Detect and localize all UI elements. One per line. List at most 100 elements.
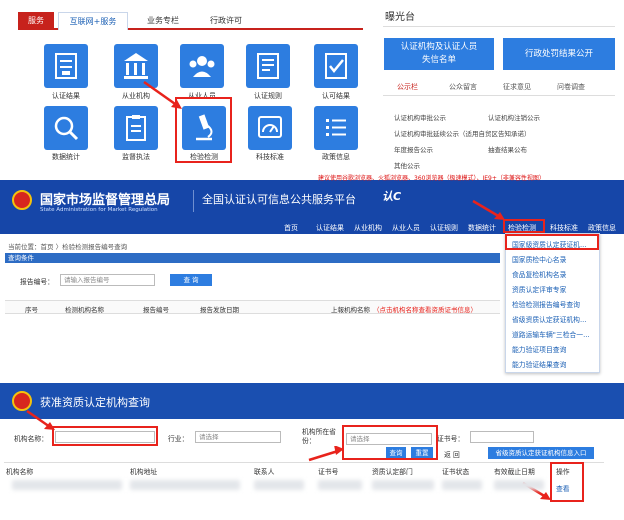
platform-title: 全国认证认可信息公共服务平台 (202, 193, 356, 206)
col-expiry: 有效截止日期 (494, 468, 535, 476)
menu-item[interactable]: 国家质检中心名录 (512, 254, 566, 264)
report-label: 报告编号： (20, 278, 54, 286)
table-row (442, 480, 482, 490)
nav-cert-result[interactable]: 认证结果 (316, 223, 344, 233)
icon-label-stats: 数据统计 (52, 153, 80, 161)
menu-item[interactable]: 能力验证结果查询 (512, 359, 566, 369)
nav-standard[interactable]: 科技标准 (550, 223, 578, 233)
browser-warning: 建议使用谷歌浏览器、火狐浏览器、360浏览器（极速模式）、IE9+（非兼容性视图… (318, 175, 545, 182)
col-index: 序号 (25, 306, 38, 314)
highlight-inspection (175, 97, 232, 163)
inspection-dropdown: 国家級资质认定获证机... 国家质检中心名录 食品复检机构名录 资质认定评审专家… (505, 233, 600, 373)
tab-business[interactable]: 业务专栏 (133, 12, 193, 30)
nav-org[interactable]: 从业机构 (354, 223, 382, 233)
report-number-input[interactable]: 请输入报告编号 (60, 274, 155, 286)
icon-label-standard: 科技标准 (256, 153, 284, 161)
approved-icon[interactable] (314, 44, 358, 88)
rules-doc-icon[interactable] (246, 44, 290, 88)
col-status: 证书状态 (442, 468, 470, 476)
region-label: 机构所在省份： (302, 428, 336, 445)
notice-item[interactable]: 年度报告公示 (394, 144, 433, 154)
provincial-entry-button[interactable]: 省级资质认定获证机构信息入口 (488, 447, 594, 459)
menu-item[interactable]: 检验检测报告编号查询 (512, 299, 580, 309)
national-emblem-icon (12, 190, 32, 210)
nav-home[interactable]: 首页 (284, 223, 298, 233)
table-row (494, 480, 544, 490)
tab-survey[interactable]: 问卷调查 (557, 82, 585, 92)
icon-label-policy: 政策信息 (322, 153, 350, 161)
query-bar: 查询条件 (5, 253, 500, 263)
back-link[interactable]: 返 回 (444, 449, 460, 459)
qualified-org-header: 获准资质认定机构查询 (0, 383, 624, 419)
penalty-button[interactable]: 行政处罚结果公开 (503, 38, 615, 70)
nav-policy[interactable]: 政策信息 (588, 223, 616, 233)
clipboard-icon[interactable] (114, 106, 158, 150)
nav-staff[interactable]: 从业人员 (392, 223, 420, 233)
highlight-menu-national-lab (505, 234, 599, 250)
tab-opinion[interactable]: 征求意见 (503, 82, 531, 92)
table-row (372, 480, 434, 490)
nav-stats[interactable]: 数据统计 (468, 223, 496, 233)
tab-license[interactable]: 行政许可 (196, 12, 256, 30)
tab-service[interactable]: 服务 (18, 12, 54, 30)
menu-item[interactable]: 省级资质认定获证机构... (512, 314, 586, 324)
notice-item[interactable]: 抽查结果公布 (488, 144, 527, 154)
table-row (318, 480, 362, 490)
notice-item[interactable]: 认证机构审批公示 (394, 112, 446, 122)
col-address: 机构地址 (130, 468, 158, 476)
col-dept: 资质认定部门 (372, 468, 413, 476)
gauge-icon[interactable] (248, 106, 292, 150)
service-panel: 服务 互联网+服务 业务专栏 行政许可 认证结果 从业机构 从业人员 认证规则 … (0, 0, 624, 180)
building-icon[interactable] (114, 44, 158, 88)
industry-label: 行业： (168, 435, 189, 443)
highlight-region-query (342, 425, 438, 460)
exposure-title: 曝光台 (385, 12, 415, 23)
tab-notice[interactable]: 公示栏 (397, 82, 418, 92)
highlight-nav-inspection (503, 219, 545, 233)
icon-label-cert: 认证结果 (52, 92, 80, 100)
col-note: （点击机构名称查看资质证书信息） (373, 306, 477, 314)
menu-item[interactable]: 道路运输车辆"三检合一... (512, 329, 590, 339)
table-row (130, 480, 240, 490)
org-name-label: 机构名称： (14, 435, 48, 443)
blacklist-button[interactable]: 认证机构及认证人员 失信名单 (384, 38, 494, 70)
menu-item[interactable]: 能力验证项目查询 (512, 344, 566, 354)
platform-logo-icon: 认C (382, 190, 402, 203)
icon-label-supervise: 监督执法 (122, 153, 150, 161)
table-row (254, 480, 304, 490)
col-report-no: 报告编号 (143, 306, 169, 314)
cert-input[interactable] (470, 431, 534, 443)
report-table-header: 序号 检测机构名称 报告编号 报告发放日期 上報机构名称 （点击机构名称查看资质… (5, 300, 500, 314)
breadcrumb: 当前位置：首页 〉检验检测报告编号查询 (8, 243, 128, 251)
col-cert-no: 证书号 (318, 468, 339, 476)
notice-item[interactable]: 其他公示 (394, 160, 420, 170)
table-row (12, 480, 122, 490)
col-lab-name: 检测机构名称 (65, 306, 104, 314)
notice-item[interactable]: 认证机构注销公示 (488, 112, 540, 122)
cert-label: 证书号： (437, 435, 465, 443)
agency-title: 国家市场监督管理总局 (40, 193, 171, 208)
national-emblem-icon (12, 391, 32, 411)
divider (193, 190, 194, 212)
tab-message[interactable]: 公众留言 (449, 82, 477, 92)
stats-search-icon[interactable] (44, 106, 88, 150)
people-icon[interactable] (180, 44, 224, 88)
agency-subtitle: State Administration for Market Regulati… (40, 207, 158, 213)
query-button[interactable]: 查 询 (170, 274, 212, 286)
col-contact: 联系人 (254, 468, 275, 476)
menu-item[interactable]: 食品复检机构名录 (512, 269, 566, 279)
highlight-org-input (52, 426, 158, 446)
notice-item[interactable]: 认证机构审批延续公示（适用自贸区告知承诺） (394, 128, 531, 138)
icon-label-org: 从业机构 (122, 92, 150, 100)
service-tabs: 服务 互联网+服务 业务专栏 行政许可 (18, 12, 363, 30)
icon-label-rules: 认证规则 (254, 92, 282, 100)
menu-item[interactable]: 资质认定评审专家 (512, 284, 566, 294)
tab-internet-service[interactable]: 互联网+服务 (58, 12, 128, 30)
col-upload-org: 上報机构名称 (331, 306, 370, 314)
industry-select[interactable]: 请选择 (195, 431, 281, 443)
certificate-icon[interactable] (44, 44, 88, 88)
nav-rules[interactable]: 认证规则 (430, 223, 458, 233)
notice-tabs: 公示栏 公众留言 征求意见 问卷调查 (383, 80, 615, 96)
highlight-view-link (550, 462, 584, 502)
list-icon[interactable] (314, 106, 358, 150)
